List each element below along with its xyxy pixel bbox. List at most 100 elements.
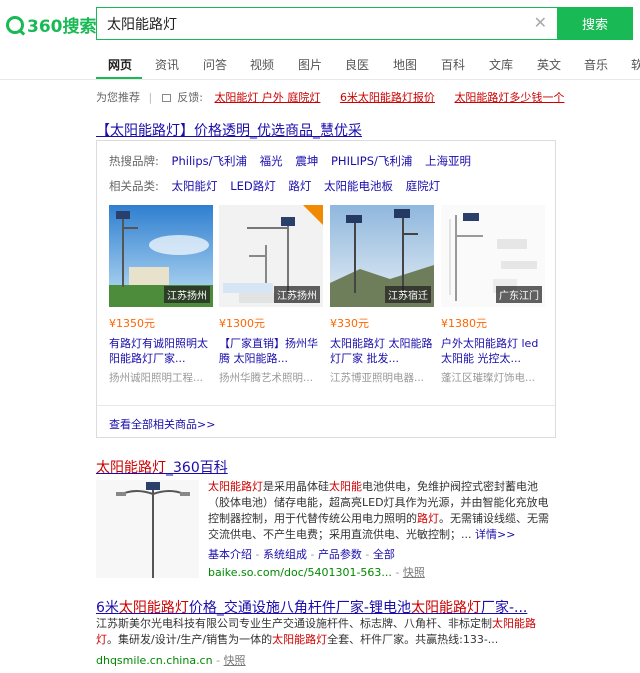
baike-section-link[interactable]: 产品参数: [318, 548, 362, 561]
tab-video[interactable]: 视频: [250, 56, 274, 73]
product-name[interactable]: 【厂家直销】扬州华腾 太阳能路...: [219, 336, 323, 366]
category-tag[interactable]: 庭院灯: [406, 179, 441, 193]
snippet-highlight: 太阳能路灯: [272, 633, 328, 646]
baike-more-link[interactable]: 详情>>: [475, 528, 515, 541]
tab-english[interactable]: 英文: [537, 56, 561, 73]
active-tab-indicator: [96, 77, 142, 79]
product-card: 热搜品牌: Philips/飞利浦 福光 震坤 PHILIPS/飞利浦 上海亚明…: [96, 140, 556, 438]
hot-brands-row: 热搜品牌: Philips/飞利浦 福光 震坤 PHILIPS/飞利浦 上海亚明: [109, 153, 471, 169]
related-label: 相关品类:: [109, 179, 159, 193]
suggest-prefix: 为您推荐: [96, 91, 140, 104]
suggest-link[interactable]: 太阳能路灯多少钱一个: [454, 91, 564, 104]
category-tag[interactable]: 路灯: [288, 179, 311, 193]
tab-news[interactable]: 资讯: [155, 56, 179, 73]
snippet-highlight: 太阳能路灯: [208, 480, 263, 493]
clear-icon[interactable]: ✕: [534, 15, 547, 31]
feedback-link[interactable]: 反馈:: [177, 89, 203, 105]
title-text: 价格_交通设施八角杆件厂家-锂电池: [188, 600, 411, 616]
snippet-highlight: 路灯: [417, 512, 439, 525]
tab-map[interactable]: 地图: [393, 56, 417, 73]
brand-tag[interactable]: 震坤: [295, 154, 318, 168]
suggest-link[interactable]: 6米太阳能路灯报价: [340, 91, 435, 104]
product-price: ¥330元: [330, 317, 369, 330]
ad-title-highlight: 【太阳能路灯】: [96, 123, 194, 139]
brand-tag[interactable]: 福光: [260, 154, 283, 168]
baike-url: baike.so.com/doc/5401301-563...: [208, 566, 392, 579]
nav-tabs: 网页 资讯 问答 视频 图片 良医 地图 百科 文库 英文 音乐 软: [0, 48, 640, 80]
category-tag[interactable]: 太阳能灯: [172, 179, 218, 193]
product-image[interactable]: 广东江门: [441, 205, 545, 307]
snapshot-link[interactable]: 快照: [224, 654, 246, 667]
logo[interactable]: 360搜索: [6, 12, 97, 37]
search-button[interactable]: 搜索: [557, 7, 633, 40]
product-name[interactable]: 太阳能路灯 太阳能路灯厂家 批发...: [330, 336, 434, 366]
suggestion-row: 为您推荐 | 反馈: 太阳能灯 户外 庭院灯 6米太阳能路灯报价 太阳能路灯多少…: [96, 89, 565, 105]
product-item[interactable]: 广东江门 ¥1380元 户外太阳能路灯 led太阳能 光控太... 蓬江区璀璨灯…: [441, 205, 545, 385]
result-url-row: dhqsmile.cn.china.cn - 快照: [96, 654, 246, 667]
tab-wenku[interactable]: 文库: [489, 56, 513, 73]
snapshot-link[interactable]: 快照: [403, 566, 425, 579]
search-box: ✕: [96, 7, 557, 40]
product-image[interactable]: 江苏宿迁: [330, 205, 434, 307]
hot-brands-label: 热搜品牌:: [109, 154, 159, 168]
snippet-text: 。集研发/设计/生产/销售为一体的: [107, 633, 273, 646]
tab-web[interactable]: 网页: [108, 56, 132, 73]
title-text: 厂家-...: [480, 600, 528, 616]
product-item[interactable]: 江苏扬州 ¥1300元 【厂家直销】扬州华腾 太阳能路... 扬州华腾艺术照明.…: [219, 205, 323, 385]
product-price: ¥1300元: [219, 317, 265, 330]
baike-image[interactable]: [96, 480, 199, 578]
location-badge: 广东江门: [496, 286, 542, 303]
brand-tag[interactable]: PHILIPS/飞利浦: [331, 154, 412, 168]
result-url: dhqsmile.cn.china.cn: [96, 654, 213, 667]
baike-section-links: 基本介绍 - 系统组成 - 产品参数 - 全部: [208, 548, 395, 561]
product-shop[interactable]: 蓬江区璀璨灯饰电...: [441, 370, 545, 385]
ad-title-link[interactable]: 【太阳能路灯】价格透明_优选商品_慧优采: [96, 120, 362, 140]
view-all-products-link[interactable]: 查看全部相关商品>>: [109, 416, 215, 432]
tab-baike[interactable]: 百科: [441, 56, 465, 73]
baike-section-link[interactable]: 系统组成: [263, 548, 307, 561]
baike-url-row: baike.so.com/doc/5401301-563... - 快照: [208, 566, 425, 579]
product-shop[interactable]: 扬州诚阳照明工程...: [109, 370, 213, 385]
ad-title-rest: 价格透明_优选商品_慧优采: [194, 123, 362, 139]
baike-title-rest: _360百科: [166, 460, 228, 476]
snippet-text: 是采用晶体硅: [263, 480, 329, 493]
title-highlight: 太阳能路灯: [118, 600, 189, 616]
category-tag[interactable]: 太阳能电池板: [324, 179, 393, 193]
snippet-highlight: 太阳能: [329, 480, 362, 493]
category-tag[interactable]: LED路灯: [230, 179, 276, 193]
snippet-text: 全套、杆件厂家。共赢热线:133-...: [327, 633, 499, 646]
feedback-icon[interactable]: [161, 94, 171, 102]
product-item[interactable]: 江苏扬州 ¥1350元 有路灯有诚阳照明太阳能路灯厂家... 扬州诚阳照明工程.…: [109, 205, 213, 385]
location-badge: 江苏宿迁: [385, 286, 431, 303]
result-snippet: 江苏斯美尔光电科技有限公司专业生产交通设施杆件、标志牌、八角杆、非标定制太阳能路…: [96, 616, 556, 648]
baike-title-link[interactable]: 太阳能路灯_360百科: [96, 457, 228, 477]
location-badge: 江苏扬州: [274, 286, 320, 303]
suggest-link[interactable]: 太阳能灯 户外 庭院灯: [214, 91, 320, 104]
baike-section-link[interactable]: 基本介绍: [208, 548, 252, 561]
product-image[interactable]: 江苏扬州: [109, 205, 213, 307]
baike-section-link[interactable]: 全部: [373, 548, 395, 561]
product-name[interactable]: 户外太阳能路灯 led太阳能 光控太...: [441, 336, 545, 366]
search-input[interactable]: [97, 8, 517, 39]
result-title-link[interactable]: 6米太阳能路灯价格_交通设施八角杆件厂家-锂电池太阳能路灯厂家-...: [96, 597, 527, 617]
tab-software[interactable]: 软: [631, 56, 640, 73]
product-price: ¥1380元: [441, 317, 487, 330]
title-text: 6米: [96, 600, 119, 616]
related-categories-row: 相关品类: 太阳能灯 LED路灯 路灯 太阳能电池板 庭院灯: [109, 178, 440, 194]
tab-music[interactable]: 音乐: [584, 56, 608, 73]
product-price: ¥1350元: [109, 317, 155, 330]
product-shop[interactable]: 江苏博亚照明电器...: [330, 370, 434, 385]
logo-text: 360搜索: [27, 17, 97, 37]
brand-tag[interactable]: 上海亚明: [425, 154, 471, 168]
tab-images[interactable]: 图片: [298, 56, 322, 73]
tab-qa[interactable]: 问答: [203, 56, 227, 73]
header: 360搜索 ✕ 搜索: [0, 0, 640, 48]
product-image[interactable]: 江苏扬州: [219, 205, 323, 307]
brand-tag[interactable]: Philips/飞利浦: [172, 154, 247, 168]
product-shop[interactable]: 扬州华腾艺术照明...: [219, 370, 323, 385]
baike-snippet: 太阳能路灯是采用晶体硅太阳能电池供电，免维护阀控式密封蓄电池（胶体电池）储存电能…: [208, 479, 553, 543]
tab-doctor[interactable]: 良医: [345, 56, 369, 73]
snippet-text: 江苏斯美尔光电科技有限公司专业生产交通设施杆件、标志牌、八角杆、非标定制: [96, 617, 492, 630]
product-name[interactable]: 有路灯有诚阳照明太阳能路灯厂家...: [109, 336, 213, 366]
product-item[interactable]: 江苏宿迁 ¥330元 太阳能路灯 太阳能路灯厂家 批发... 江苏博亚照明电器.…: [330, 205, 434, 385]
